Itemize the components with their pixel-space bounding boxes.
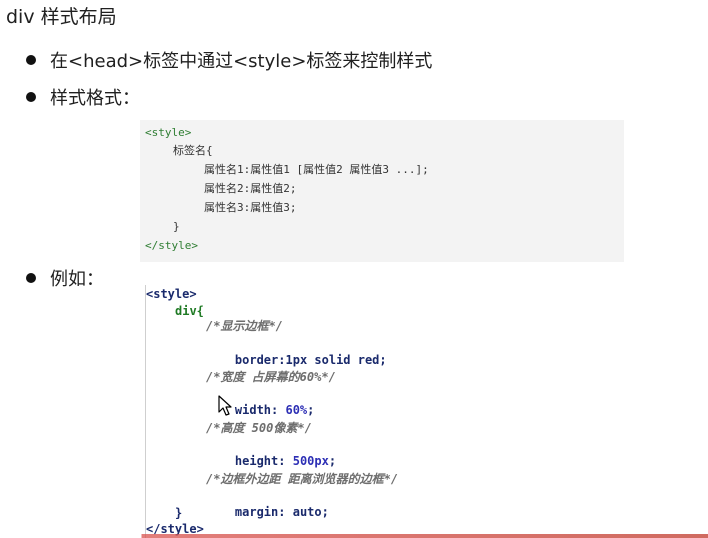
code-selector: 标签名{ — [173, 144, 213, 157]
code-number: 500px — [292, 454, 329, 468]
code-comment: /*边框外边距 距离浏览器的边框*/ — [206, 472, 399, 486]
bullet-text: 在<head>标签中通过<style>标签来控制样式 — [50, 51, 433, 72]
bullet-text: 样式格式： — [50, 88, 140, 109]
code-property-line: 属性名1:属性值1 [属性值2 属性值3 ...]; — [204, 163, 429, 176]
code-open-tag: <style> — [145, 126, 192, 139]
bullet-dot-icon — [26, 55, 36, 65]
code-open-tag: <style> — [146, 287, 197, 301]
code-number: 60% — [285, 403, 308, 417]
bullet-item-style-format: 样式格式： — [26, 84, 140, 110]
code-property-line: 属性名2:属性值2; — [204, 182, 297, 195]
code-separator: : — [278, 454, 293, 468]
code-selector: div{ — [175, 304, 204, 318]
code-property: width — [234, 403, 272, 417]
bullet-item-example: 例如： — [26, 265, 104, 291]
code-close-tag: </style> — [145, 239, 198, 252]
code-comment: /*高度 500像素*/ — [206, 421, 312, 435]
example-code-block: <style> div{ /*显示边框*/ border:1px solid r… — [145, 285, 445, 538]
bottom-progress-strip — [0, 534, 708, 538]
code-semicolon: ; — [328, 454, 337, 468]
code-property-line: 属性名3:属性值3; — [204, 201, 297, 214]
code-semicolon: ; — [307, 403, 315, 417]
code-value: : auto; — [278, 505, 329, 519]
code-value: :1px solid red; — [278, 353, 387, 367]
bullet-dot-icon — [26, 273, 36, 283]
code-close-brace: } — [173, 220, 180, 233]
code-property: border — [234, 353, 279, 367]
code-property: height — [234, 454, 279, 468]
code-property: margin — [234, 505, 279, 519]
page-title: div 样式布局 — [6, 6, 117, 28]
code-comment: /*显示边框*/ — [206, 319, 283, 333]
code-comment: /*宽度 占屏幕的60%*/ — [206, 370, 336, 384]
bullet-item-style-control: 在<head>标签中通过<style>标签来控制样式 — [26, 47, 432, 73]
code-declaration: margin: auto; — [206, 488, 329, 536]
text-cursor-icon — [218, 395, 232, 416]
code-separator: : — [271, 403, 286, 417]
bullet-dot-icon — [26, 92, 36, 102]
bullet-text: 例如： — [50, 269, 104, 290]
code-close-brace: } — [175, 506, 183, 520]
style-format-code-block: <style> 标签名{ 属性名1:属性值1 [属性值2 属性值3 ...]; … — [140, 120, 624, 262]
